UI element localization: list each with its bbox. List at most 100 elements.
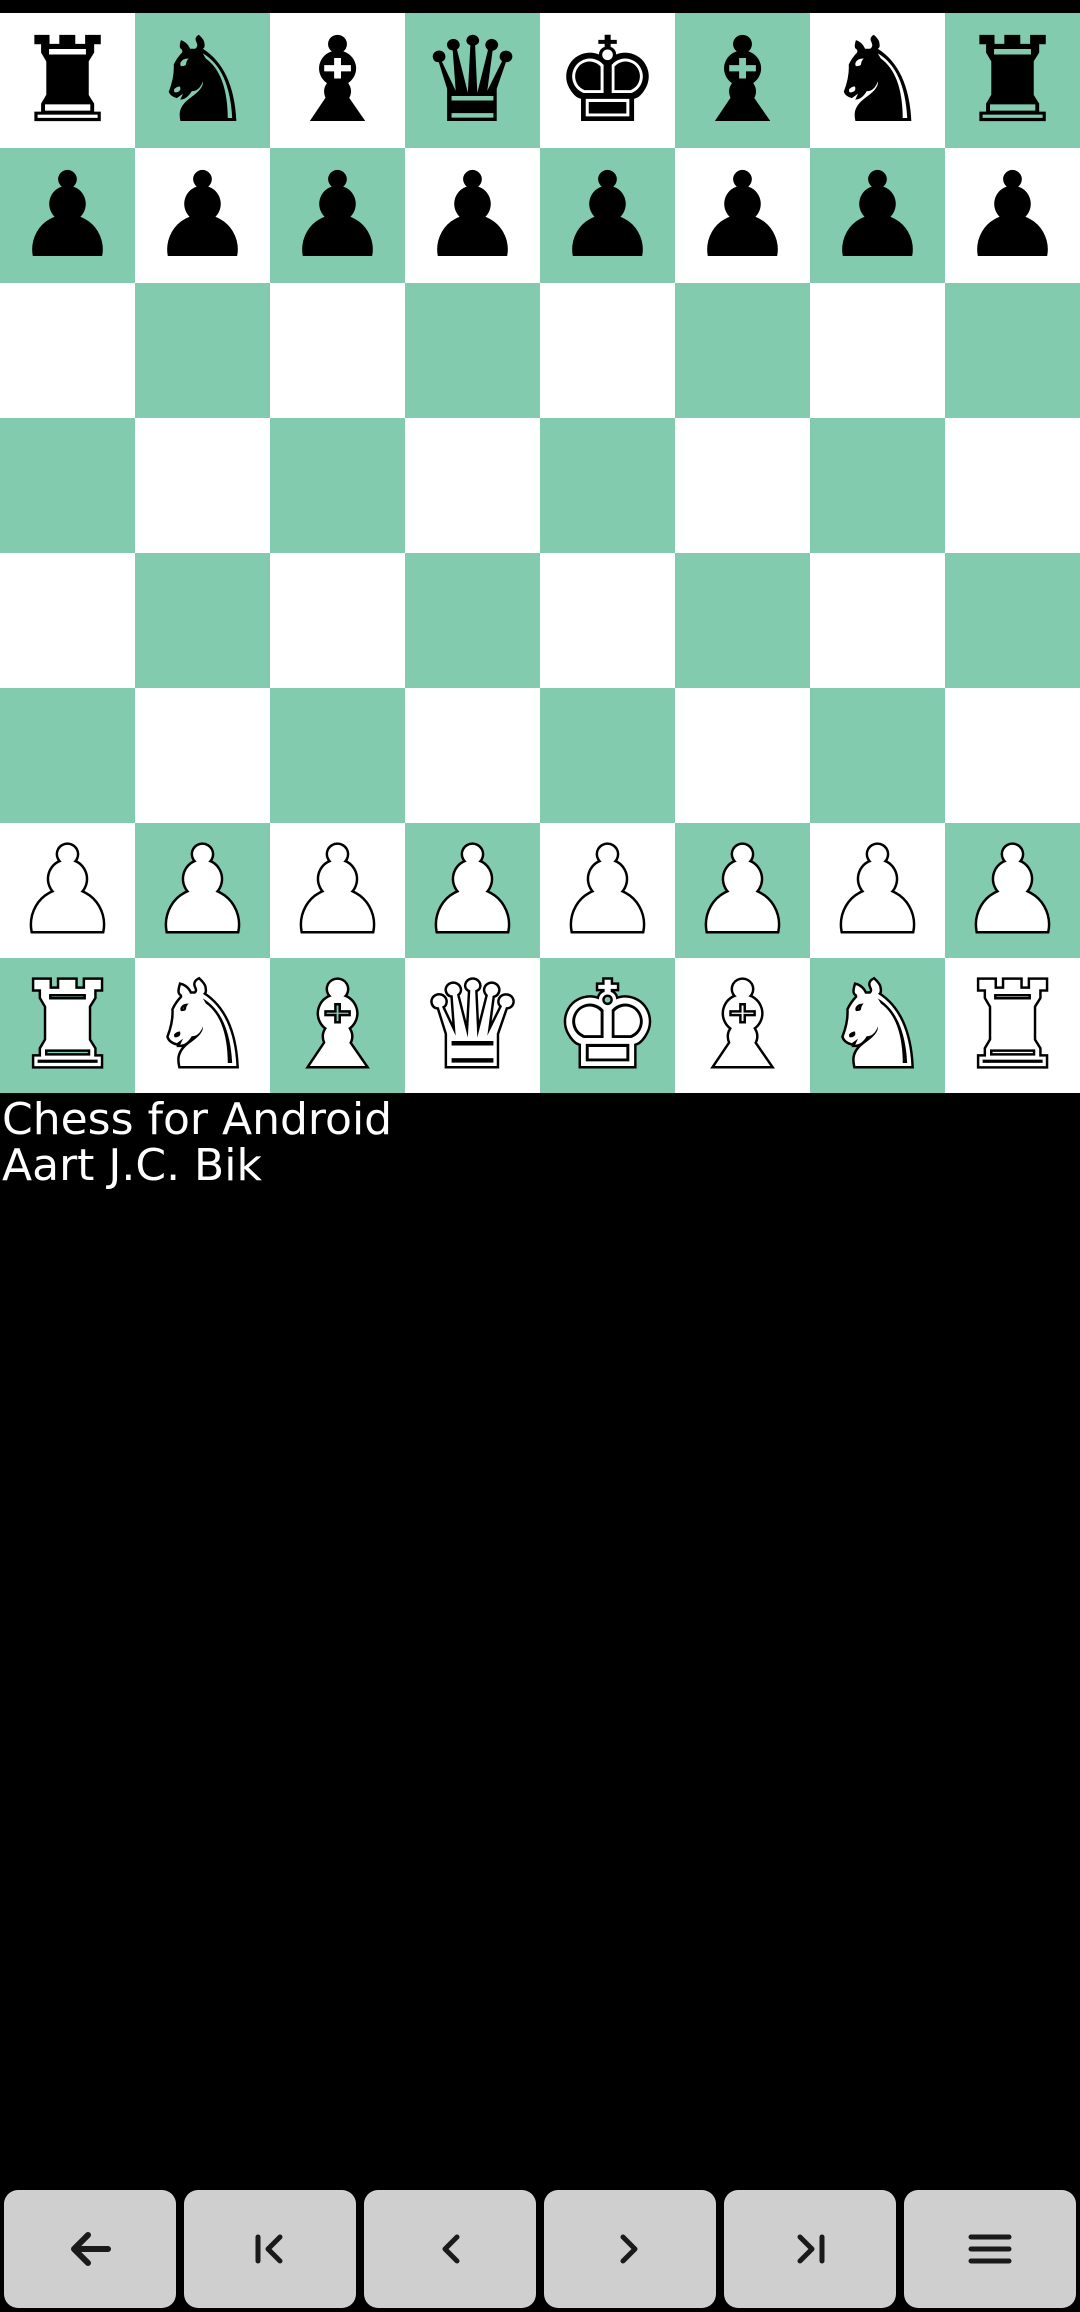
white-piece-b2[interactable]: ♟ — [147, 823, 258, 958]
white-piece-e1[interactable]: ♚ — [552, 958, 663, 1093]
square-c5[interactable] — [270, 418, 405, 553]
square-d8[interactable]: ♛ — [405, 13, 540, 148]
square-a3[interactable] — [0, 688, 135, 823]
square-d7[interactable]: ♟ — [405, 148, 540, 283]
square-d3[interactable] — [405, 688, 540, 823]
white-piece-c1[interactable]: ♝ — [282, 958, 393, 1093]
white-piece-d1[interactable]: ♛ — [417, 958, 528, 1093]
square-f6[interactable] — [675, 283, 810, 418]
black-piece-e7[interactable]: ♟ — [555, 148, 661, 283]
square-a8[interactable]: ♜ — [0, 13, 135, 148]
square-g2[interactable]: ♟ — [810, 823, 945, 958]
white-piece-e2[interactable]: ♟ — [552, 823, 663, 958]
square-a2[interactable]: ♟ — [0, 823, 135, 958]
square-h6[interactable] — [945, 283, 1080, 418]
next-move-button[interactable] — [544, 2190, 716, 2308]
black-piece-g8[interactable]: ♞ — [825, 13, 931, 148]
square-d1[interactable]: ♛ — [405, 958, 540, 1093]
white-piece-b1[interactable]: ♞ — [147, 958, 258, 1093]
black-piece-b8[interactable]: ♞ — [150, 13, 256, 148]
square-f5[interactable] — [675, 418, 810, 553]
square-e4[interactable] — [540, 553, 675, 688]
last-move-button[interactable] — [724, 2190, 896, 2308]
square-g4[interactable] — [810, 553, 945, 688]
square-a1[interactable]: ♜ — [0, 958, 135, 1093]
square-e7[interactable]: ♟ — [540, 148, 675, 283]
square-e3[interactable] — [540, 688, 675, 823]
square-h5[interactable] — [945, 418, 1080, 553]
square-g7[interactable]: ♟ — [810, 148, 945, 283]
square-f4[interactable] — [675, 553, 810, 688]
white-piece-f1[interactable]: ♝ — [687, 958, 798, 1093]
first-move-button[interactable] — [184, 2190, 356, 2308]
square-e5[interactable] — [540, 418, 675, 553]
square-h2[interactable]: ♟ — [945, 823, 1080, 958]
black-piece-b7[interactable]: ♟ — [150, 148, 256, 283]
back-button[interactable] — [4, 2190, 176, 2308]
black-piece-h7[interactable]: ♟ — [960, 148, 1066, 283]
square-e2[interactable]: ♟ — [540, 823, 675, 958]
white-piece-a2[interactable]: ♟ — [12, 823, 123, 958]
chess-board[interactable]: ♜ ♞ ♝ ♛ ♚ ♝ ♞ ♜ ♟ ♟ ♟ ♟ ♟ ♟ ♟ ♟ ♟ ♟ ♟ ♟ ♟ ♟ ♟ ♟ ♜ ♞ ♝ ♛ ♚ ♝ ♞ ♜ — [0, 13, 1080, 1093]
square-g6[interactable] — [810, 283, 945, 418]
previous-move-button[interactable] — [364, 2190, 536, 2308]
square-h1[interactable]: ♜ — [945, 958, 1080, 1093]
square-b2[interactable]: ♟ — [135, 823, 270, 958]
square-c8[interactable]: ♝ — [270, 13, 405, 148]
white-piece-f2[interactable]: ♟ — [687, 823, 798, 958]
square-a5[interactable] — [0, 418, 135, 553]
square-g8[interactable]: ♞ — [810, 13, 945, 148]
white-piece-a1[interactable]: ♜ — [12, 958, 123, 1093]
square-f8[interactable]: ♝ — [675, 13, 810, 148]
black-piece-e8[interactable]: ♚ — [555, 13, 661, 148]
white-piece-d2[interactable]: ♟ — [417, 823, 528, 958]
square-b1[interactable]: ♞ — [135, 958, 270, 1093]
black-piece-c8[interactable]: ♝ — [285, 13, 391, 148]
square-b5[interactable] — [135, 418, 270, 553]
square-d6[interactable] — [405, 283, 540, 418]
square-g3[interactable] — [810, 688, 945, 823]
square-f7[interactable]: ♟ — [675, 148, 810, 283]
square-c7[interactable]: ♟ — [270, 148, 405, 283]
square-h4[interactable] — [945, 553, 1080, 688]
square-c2[interactable]: ♟ — [270, 823, 405, 958]
white-piece-h1[interactable]: ♜ — [957, 958, 1068, 1093]
black-piece-c7[interactable]: ♟ — [285, 148, 391, 283]
square-f2[interactable]: ♟ — [675, 823, 810, 958]
menu-button[interactable] — [904, 2190, 1076, 2308]
square-b7[interactable]: ♟ — [135, 148, 270, 283]
square-d2[interactable]: ♟ — [405, 823, 540, 958]
square-a7[interactable]: ♟ — [0, 148, 135, 283]
square-b6[interactable] — [135, 283, 270, 418]
square-c3[interactable] — [270, 688, 405, 823]
square-e8[interactable]: ♚ — [540, 13, 675, 148]
white-piece-h2[interactable]: ♟ — [957, 823, 1068, 958]
square-g5[interactable] — [810, 418, 945, 553]
black-piece-d7[interactable]: ♟ — [420, 148, 526, 283]
square-e6[interactable] — [540, 283, 675, 418]
square-h7[interactable]: ♟ — [945, 148, 1080, 283]
square-d4[interactable] — [405, 553, 540, 688]
square-b3[interactable] — [135, 688, 270, 823]
black-piece-a8[interactable]: ♜ — [15, 13, 121, 148]
square-f3[interactable] — [675, 688, 810, 823]
square-d5[interactable] — [405, 418, 540, 553]
square-a4[interactable] — [0, 553, 135, 688]
square-b8[interactable]: ♞ — [135, 13, 270, 148]
square-g1[interactable]: ♞ — [810, 958, 945, 1093]
square-a6[interactable] — [0, 283, 135, 418]
square-e1[interactable]: ♚ — [540, 958, 675, 1093]
white-piece-c2[interactable]: ♟ — [282, 823, 393, 958]
black-piece-f8[interactable]: ♝ — [690, 13, 796, 148]
white-piece-g2[interactable]: ♟ — [822, 823, 933, 958]
square-c1[interactable]: ♝ — [270, 958, 405, 1093]
black-piece-f7[interactable]: ♟ — [690, 148, 796, 283]
white-piece-g1[interactable]: ♞ — [822, 958, 933, 1093]
square-b4[interactable] — [135, 553, 270, 688]
square-h3[interactable] — [945, 688, 1080, 823]
square-c4[interactable] — [270, 553, 405, 688]
square-c6[interactable] — [270, 283, 405, 418]
square-f1[interactable]: ♝ — [675, 958, 810, 1093]
black-piece-h8[interactable]: ♜ — [960, 13, 1066, 148]
black-piece-g7[interactable]: ♟ — [825, 148, 931, 283]
